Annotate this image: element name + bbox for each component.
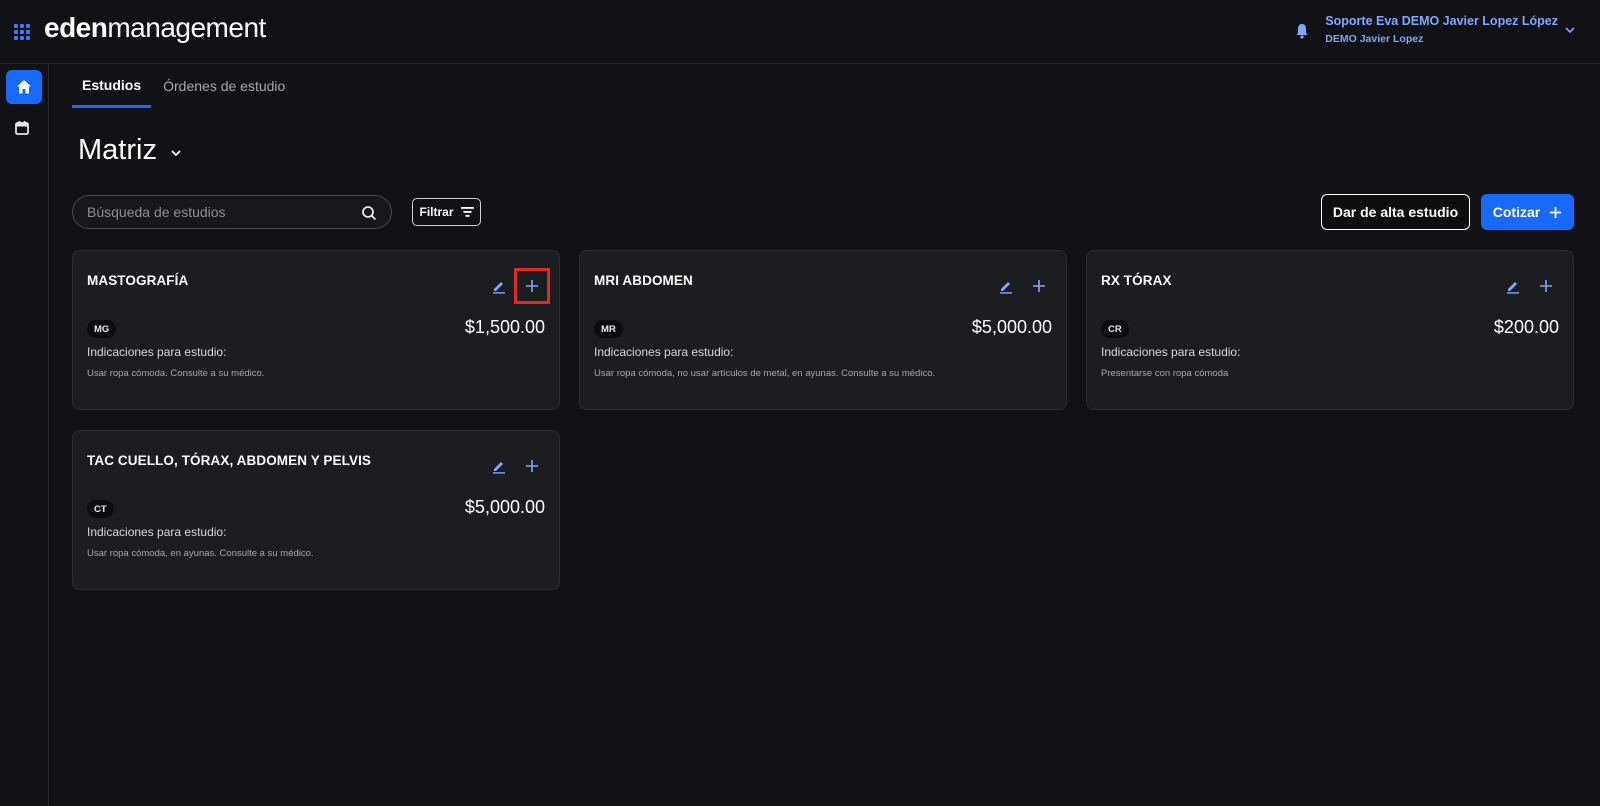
plus-icon[interactable] xyxy=(1538,278,1554,294)
calendar-icon[interactable] xyxy=(14,120,30,136)
search-input[interactable] xyxy=(87,204,343,220)
plus-icon xyxy=(1550,206,1562,218)
chevron-down-icon[interactable] xyxy=(1564,24,1576,36)
indications-label: Indicaciones para estudio: xyxy=(1101,345,1241,359)
tab-ordenes-de-estudio[interactable]: Órdenes de estudio xyxy=(153,64,295,108)
quote-button-label: Cotizar xyxy=(1492,204,1541,220)
filter-button-label: Filtrar xyxy=(419,205,454,219)
user-org: DEMO Javier Lopez xyxy=(1325,33,1424,45)
study-price: $5,000.00 xyxy=(464,497,545,517)
logo-bold-text: eden xyxy=(44,12,108,43)
edit-icon[interactable] xyxy=(491,458,507,474)
filter-button[interactable]: Filtrar xyxy=(412,198,481,226)
study-name: RX TÓRAX xyxy=(1101,273,1172,288)
quote-button[interactable]: Cotizar xyxy=(1481,194,1574,230)
app-logo[interactable]: edenmanagement xyxy=(44,12,266,44)
home-icon xyxy=(17,80,31,94)
modality-badge: CR xyxy=(1101,320,1129,338)
edit-icon[interactable] xyxy=(1505,278,1521,294)
add-study-button-label: Dar de alta estudio xyxy=(1332,204,1459,220)
study-name: MRI ABDOMEN xyxy=(594,273,693,288)
study-price: $1,500.00 xyxy=(464,317,545,337)
plus-icon[interactable] xyxy=(524,458,540,474)
indications-label: Indicaciones para estudio: xyxy=(87,525,227,539)
modality-badge: CT xyxy=(87,500,114,518)
add-study-button[interactable]: Dar de alta estudio xyxy=(1321,194,1470,230)
chevron-down-icon xyxy=(171,149,181,156)
sidebar-item-home[interactable] xyxy=(6,70,42,104)
modality-badge: MR xyxy=(594,320,623,338)
apps-grid-icon[interactable] xyxy=(14,24,30,40)
edit-icon[interactable] xyxy=(998,278,1014,294)
sidebar xyxy=(0,64,49,806)
plus-icon[interactable] xyxy=(1031,278,1047,294)
page-title: Matriz xyxy=(78,134,157,166)
study-name: TAC CUELLO, TÓRAX, ABDOMEN Y PELVIS xyxy=(87,453,372,468)
user-name: Soporte Eva DEMO Javier Lopez López xyxy=(1325,14,1558,28)
filter-icon xyxy=(460,207,474,217)
search-icon[interactable] xyxy=(361,205,377,221)
indications-label: Indicaciones para estudio: xyxy=(87,345,227,359)
study-price: $5,000.00 xyxy=(971,317,1052,337)
study-card: TAC CUELLO, TÓRAX, ABDOMEN Y PELVIS CT $… xyxy=(72,430,560,590)
logo-light-text: management xyxy=(107,12,266,43)
user-info[interactable]: Soporte Eva DEMO Javier Lopez López DEMO… xyxy=(1325,14,1558,45)
tab-bar: Estudios Órdenes de estudio xyxy=(72,64,295,108)
indications-text: Usar ropa cómoda, en ayunas. Consulte a … xyxy=(87,548,314,559)
location-selector[interactable]: Matriz xyxy=(78,134,183,167)
user-menu[interactable]: Soporte Eva DEMO Javier Lopez López DEMO… xyxy=(1295,14,1576,45)
study-card: RX TÓRAX CR $200.00 Indicaciones para es… xyxy=(1086,250,1574,410)
edit-icon[interactable] xyxy=(491,278,507,294)
study-card: MASTOGRAFÍA MG $1,500.00 Indicaciones pa… xyxy=(72,250,560,410)
tab-estudios[interactable]: Estudios xyxy=(72,64,152,108)
modality-badge: MG xyxy=(87,320,117,338)
top-bar: edenmanagement Soporte Eva DEMO Javier L… xyxy=(0,0,1600,64)
plus-icon[interactable] xyxy=(524,278,540,294)
study-card: MRI ABDOMEN MR $5,000.00 Indicaciones pa… xyxy=(579,250,1067,410)
study-price: $200.00 xyxy=(1493,317,1559,337)
indications-text: Presentarse con ropa cómoda xyxy=(1101,368,1229,379)
indications-text: Usar ropa cómoda. Consulte a su médico. xyxy=(87,368,265,379)
indications-label: Indicaciones para estudio: xyxy=(594,345,734,359)
study-name: MASTOGRAFÍA xyxy=(87,273,189,288)
search-box xyxy=(72,195,392,229)
bell-icon[interactable] xyxy=(1295,23,1309,39)
indications-text: Usar ropa cómoda, no usar artículos de m… xyxy=(594,368,936,379)
